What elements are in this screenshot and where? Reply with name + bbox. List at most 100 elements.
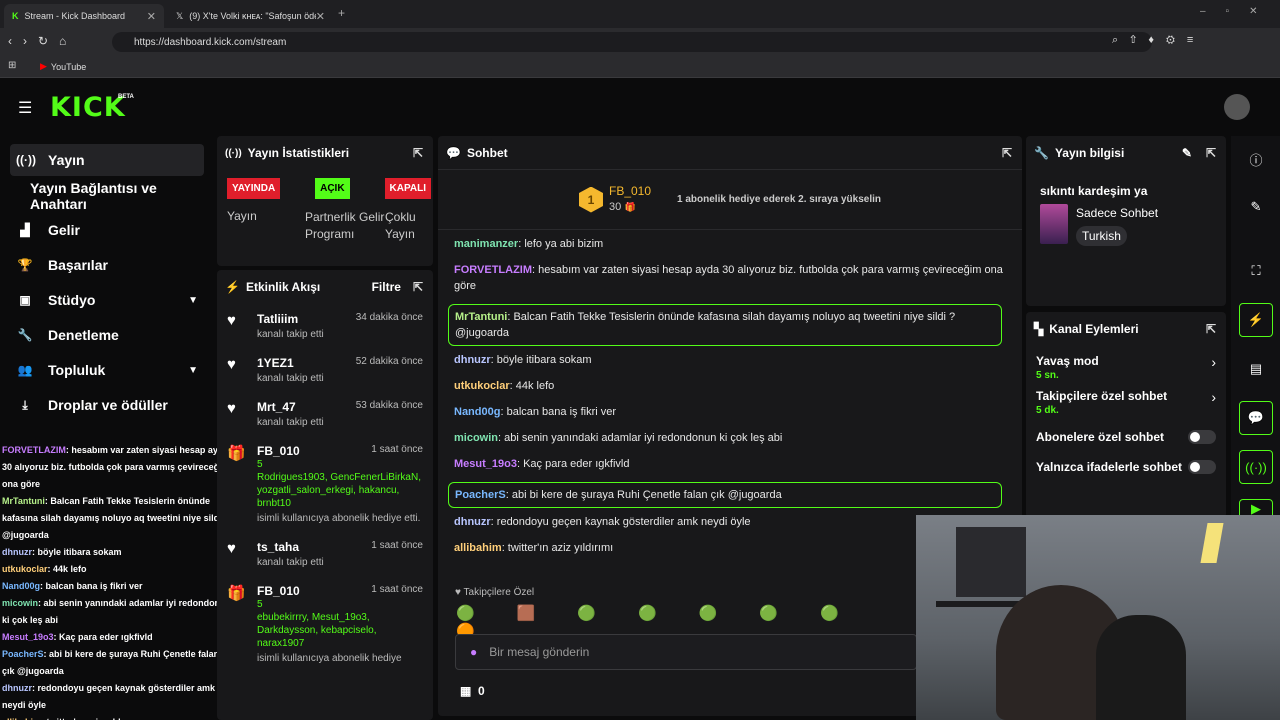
sidebar-item-basarilar[interactable]: 🏆 Başarılar bbox=[10, 249, 204, 281]
chat-message[interactable]: dhnuzr: böyle itibara sokam bbox=[448, 352, 1012, 368]
new-tab-icon[interactable]: + bbox=[338, 6, 345, 20]
chevron-right-icon: › bbox=[1211, 389, 1216, 405]
overlay-chat-message: allibahim: twitter'ın aziz yıldırımı bbox=[2, 714, 234, 720]
gift-recipients: ebubekirrry, Mesut_19o3, Darkdaysson, ke… bbox=[257, 612, 377, 649]
chat-message[interactable]: manimanzer: lefo ya abi bizim bbox=[448, 236, 1012, 252]
stream-info-panel: 🔧 Yayın bilgisi ✎ ⇱ sıkıntı kardeşim ya Sad… bbox=[1026, 136, 1226, 306]
action-subscribers-only[interactable]: Abonelere özel sohbet bbox=[1026, 416, 1226, 444]
stat-label: Partnerlik Gelir Programı bbox=[305, 210, 385, 241]
action-followers-only[interactable]: Takipçilere özel sohbet › 5 dk. bbox=[1026, 381, 1226, 416]
store-icon: ▦ bbox=[460, 684, 472, 698]
overlay-chat-message: MrTantuni: Balcan Fatih Tekke Tesislerin… bbox=[2, 493, 234, 544]
overlay-chat: FORVETLAZIM: hesabım var zaten siyasi he… bbox=[2, 442, 234, 720]
chat-username[interactable]: dhnuzr bbox=[454, 516, 491, 528]
chat-username[interactable]: utkukoclar bbox=[454, 380, 510, 392]
popout-icon[interactable]: ⇱ bbox=[413, 280, 423, 294]
chart-icon: ▟ bbox=[20, 223, 30, 237]
neon-light bbox=[1200, 523, 1224, 563]
pencil-icon[interactable]: ✎ bbox=[1239, 190, 1273, 224]
chat-username[interactable]: micowin bbox=[454, 432, 498, 444]
sidebar-item-denetleme[interactable]: 🔧 Denetleme bbox=[10, 319, 204, 351]
wall-frame bbox=[956, 527, 1026, 597]
sidebar-item-gelir[interactable]: ▟ Gelir bbox=[10, 214, 204, 246]
popout-icon[interactable]: ⇱ bbox=[1002, 146, 1012, 160]
chat-text: : Kaç para eder ıgkfivld bbox=[516, 458, 630, 470]
browser-tab[interactable]: 𝕏 (9) X'te Volki ᴋʜᴇᴀ: "Safoşun ödediği … bbox=[168, 4, 333, 28]
sidebar-item-studyo[interactable]: ▣ Stüdyo ▼ bbox=[10, 284, 204, 316]
document-icon[interactable]: ▤ bbox=[1239, 352, 1273, 386]
info-icon[interactable]: ⓘ bbox=[1239, 142, 1273, 176]
activity-item: 🎁 FB_010 1 saat önce 5 ebubekirrry, Mesut_… bbox=[227, 576, 423, 672]
wrench-icon: 🔧 bbox=[17, 328, 33, 342]
filter-button[interactable]: Filtre bbox=[372, 280, 401, 294]
chat-username[interactable]: Mesut_19o3 bbox=[454, 458, 517, 470]
popout-icon[interactable]: ⇱ bbox=[413, 146, 423, 160]
chevron-down-icon: ▼ bbox=[188, 294, 198, 306]
chat-toggle-icon[interactable]: 💬 bbox=[1239, 401, 1273, 435]
kick-logo[interactable]: KICK bbox=[50, 92, 126, 123]
overlay-username: PoacherS bbox=[2, 649, 44, 659]
chat-username[interactable]: Nand00g bbox=[454, 406, 500, 418]
chat-username[interactable]: dhnuzr bbox=[454, 354, 491, 366]
stream-title: sıkıntı kardeşim ya bbox=[1040, 184, 1148, 198]
category-name: Sadece Sohbet bbox=[1076, 206, 1159, 220]
overlay-username: FORVETLAZIM bbox=[2, 445, 66, 455]
heart-icon: ♥ bbox=[227, 540, 236, 557]
window-controls[interactable]: –▫✕ bbox=[1200, 6, 1278, 17]
nav-buttons-icon[interactable]: ‹›↻⌂ bbox=[8, 34, 77, 48]
chat-message[interactable]: micowin: abi senin yanındaki adamlar iyi… bbox=[448, 430, 1012, 446]
chevron-right-icon: › bbox=[1211, 354, 1216, 370]
overlay-chat-message: micowin: abi senin yanındaki adamlar iyi… bbox=[2, 595, 234, 629]
overlay-username: micowin bbox=[2, 598, 39, 608]
activity-feed-icon[interactable]: ⚡ bbox=[1239, 303, 1273, 337]
chat-message[interactable]: FORVETLAZIM: hesabım var zaten siyasi he… bbox=[448, 262, 1012, 294]
popout-icon[interactable]: ⇱ bbox=[1206, 146, 1216, 160]
community-icon: 👥 bbox=[17, 363, 33, 377]
sidebar-item-droplar[interactable]: ⤓ Droplar ve ödüller bbox=[10, 389, 204, 421]
sidebar-item-stream-key[interactable]: Yayın Bağlantısı ve Anahtarı bbox=[10, 180, 204, 212]
sidebar-item-topluluk[interactable]: 👥 Topluluk ▼ bbox=[10, 354, 204, 386]
chat-message[interactable]: PoacherS: abi bi kere de şuraya Ruhi Çen… bbox=[448, 482, 1002, 508]
heart-icon: ♥ bbox=[227, 356, 236, 373]
url-input[interactable]: https://dashboard.kick.com/stream bbox=[112, 32, 1152, 52]
gift-count: 5 bbox=[257, 599, 263, 610]
chat-username[interactable]: MrTantuni bbox=[455, 311, 507, 323]
popout-icon[interactable]: ⇱ bbox=[1206, 322, 1216, 336]
toolbar-icons[interactable]: ⌕⇧♦⚙≡ bbox=[1112, 34, 1205, 47]
gift-icon: 🎁 bbox=[624, 202, 636, 212]
avatar[interactable] bbox=[1224, 94, 1250, 120]
chat-message[interactable]: Mesut_19o3: Kaç para eder ıgkfivld bbox=[448, 456, 1012, 472]
chat-username[interactable]: allibahim bbox=[454, 542, 502, 554]
activity-time: 52 dakika önce bbox=[355, 356, 423, 367]
channel-points[interactable]: ▦ 0 bbox=[460, 684, 485, 698]
action-slow-mode[interactable]: Yavaş mod › 5 sn. bbox=[1026, 346, 1226, 381]
chat-message[interactable]: Nand00g: balcan bana iş fikri ver bbox=[448, 404, 1012, 420]
chat-input[interactable]: ● Bir mesaj gönderin bbox=[455, 634, 917, 670]
chat-username[interactable]: PoacherS bbox=[455, 489, 506, 501]
apps-icon[interactable]: ⊞ bbox=[8, 60, 16, 71]
chat-message[interactable]: utkukoclar: 44k lefo bbox=[448, 378, 1012, 394]
action-emote-only[interactable]: Yalnızca ifadelerle sohbet bbox=[1026, 444, 1226, 474]
overlay-text: : redondoyu geçen kaynak gösterdiler amk… bbox=[2, 683, 216, 710]
activity-user: Mrt_47 bbox=[257, 400, 296, 414]
sidebar-item-yayin[interactable]: ((·)) Yayın bbox=[10, 144, 204, 176]
fullscreen-icon[interactable]: ⛶ bbox=[1239, 254, 1273, 288]
close-tab-icon[interactable]: ✕ bbox=[316, 10, 325, 23]
chat-username[interactable]: FORVETLAZIM bbox=[454, 264, 532, 276]
chat-message[interactable]: MrTantuni: Balcan Fatih Tekke Tesislerin… bbox=[448, 304, 1002, 346]
drops-icon: ⤓ bbox=[22, 397, 28, 412]
bookmark-youtube[interactable]: ▶ YouTube bbox=[40, 61, 86, 72]
broadcast-toggle-icon[interactable]: ((·)) bbox=[1239, 450, 1273, 484]
toggle-emote-only[interactable] bbox=[1188, 460, 1216, 474]
toggle-subscribers-only[interactable] bbox=[1188, 430, 1216, 444]
chat-username[interactable]: manimanzer bbox=[454, 238, 518, 250]
rank-badge: 1 bbox=[578, 186, 603, 213]
activity-time: 1 saat önce bbox=[371, 540, 423, 551]
menu-icon[interactable]: ☰ bbox=[18, 98, 32, 118]
overlay-chat-message: Mesut_19o3: Kaç para eder ıgkfivld bbox=[2, 629, 234, 646]
close-tab-icon[interactable]: ✕ bbox=[147, 10, 156, 23]
edit-icon[interactable]: ✎ bbox=[1182, 146, 1192, 160]
browser-tab-active[interactable]: K Stream - Kick Dashboard ✕ bbox=[4, 4, 164, 28]
gift-count: 5 bbox=[257, 459, 263, 470]
overlay-username: Mesut_19o3 bbox=[2, 632, 54, 642]
